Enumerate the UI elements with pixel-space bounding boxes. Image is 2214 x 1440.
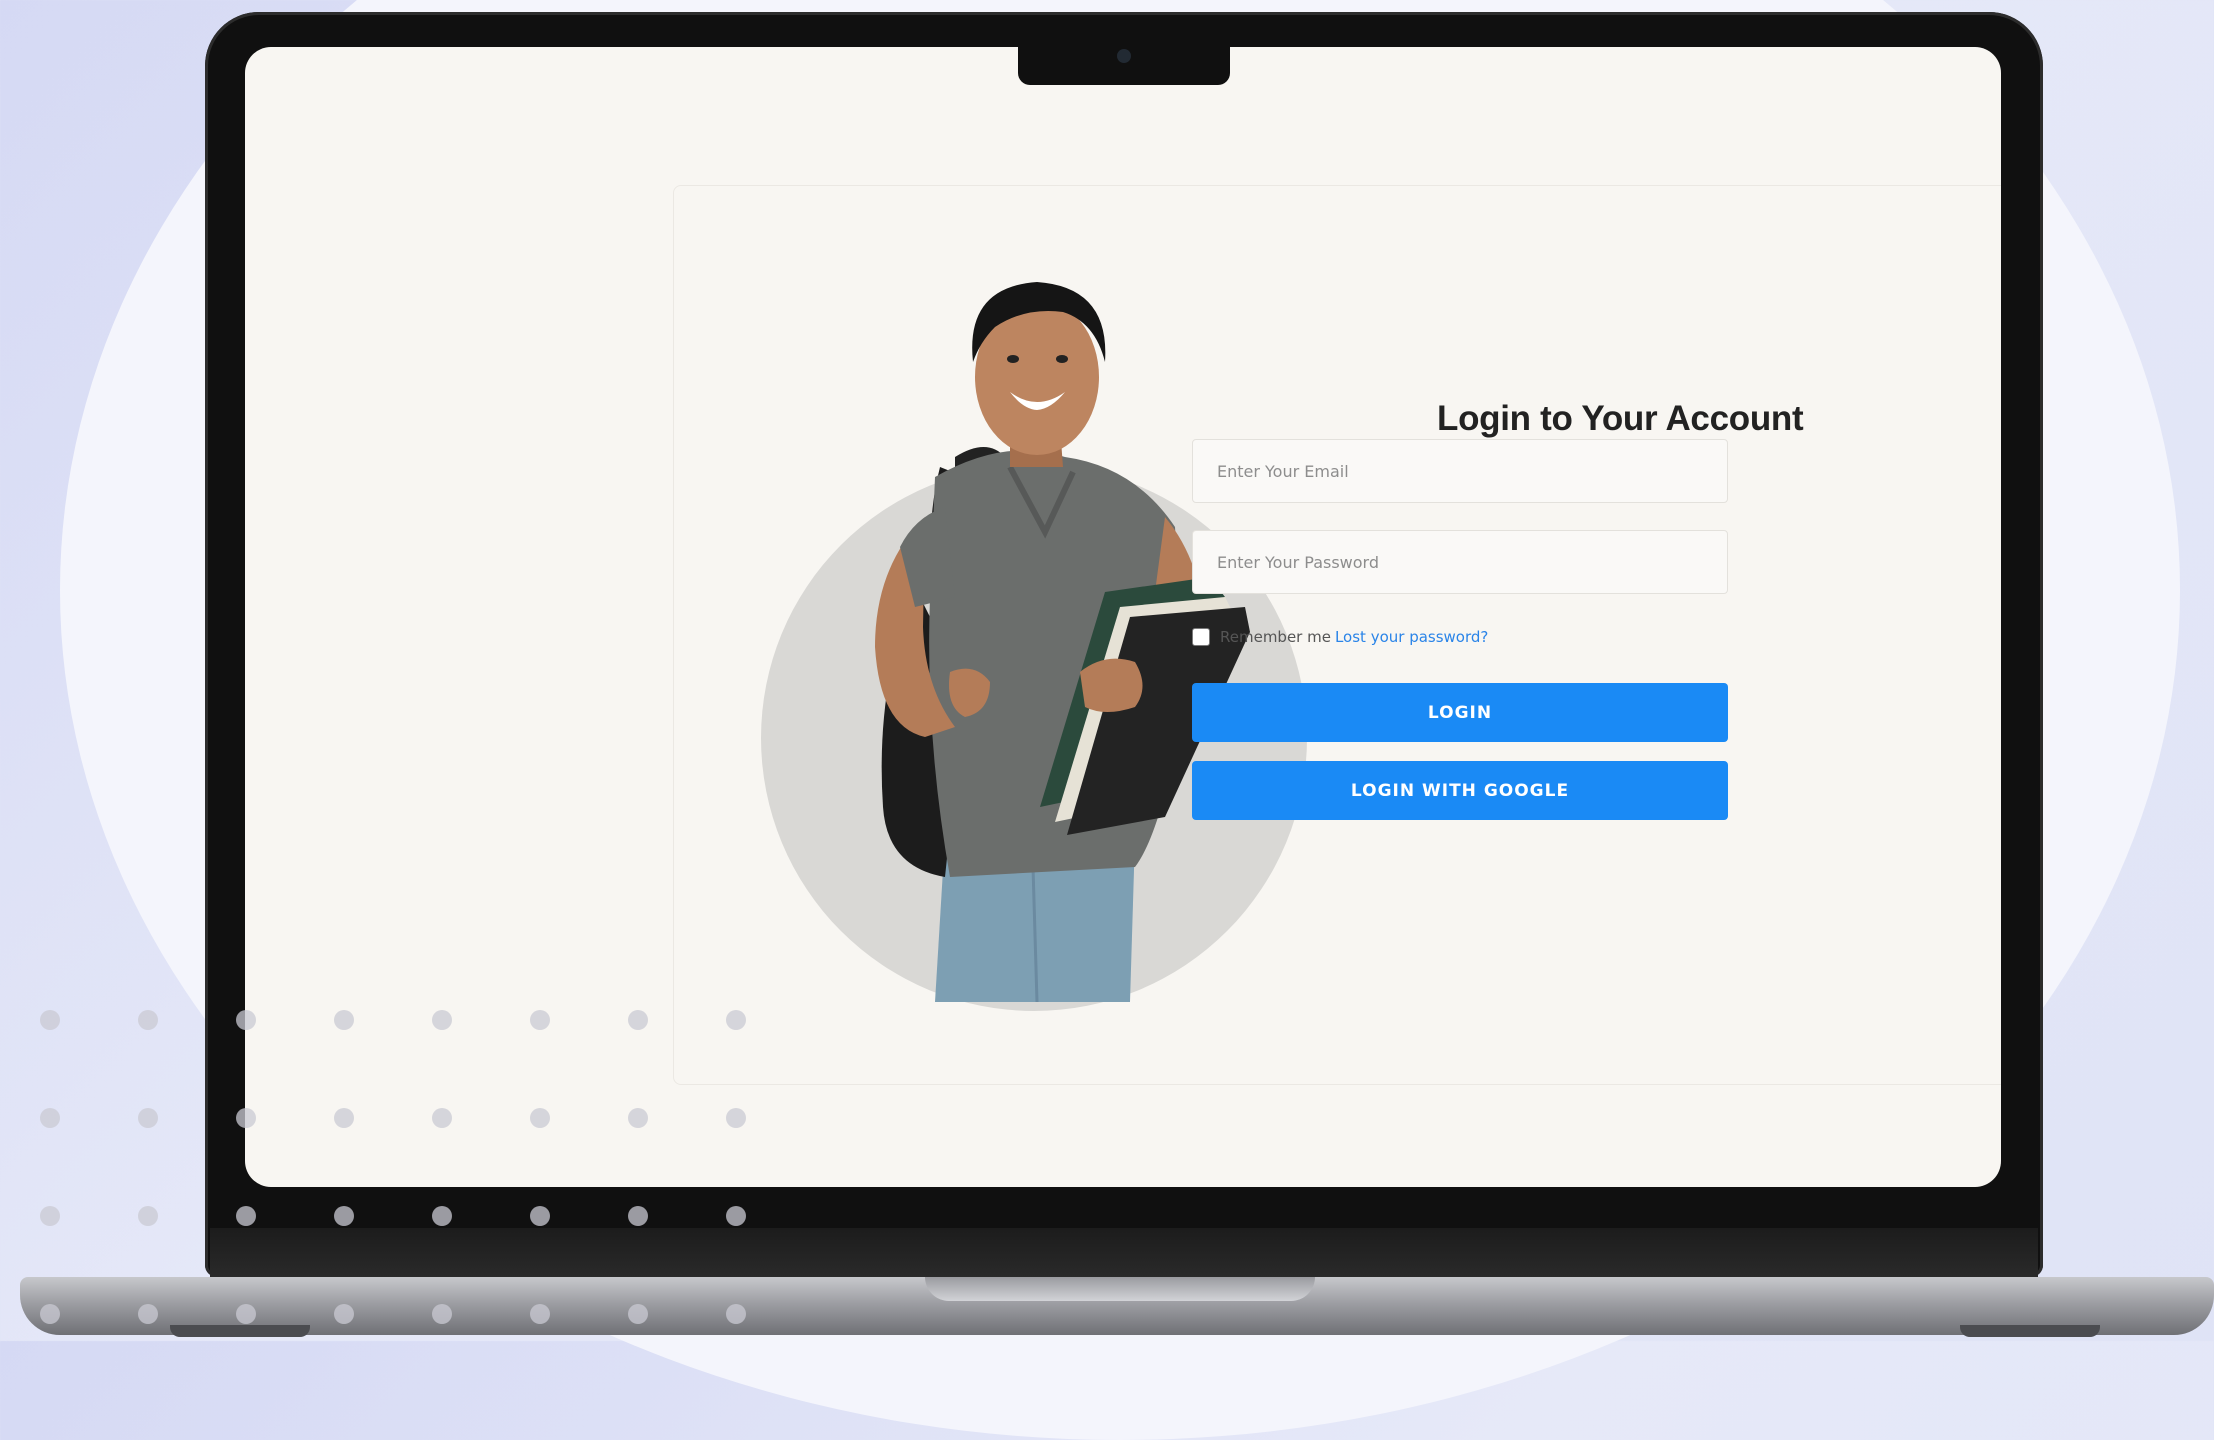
decorative-dot [236, 1108, 256, 1128]
lost-password-link[interactable]: Lost your password? [1335, 628, 1488, 646]
decorative-dot [530, 1010, 550, 1030]
decorative-dot [726, 1010, 746, 1030]
decorative-dot [236, 1304, 256, 1324]
decorative-dot [138, 1108, 158, 1128]
decorative-dot [138, 1304, 158, 1324]
decorative-dot [628, 1010, 648, 1030]
decorative-dot [236, 1010, 256, 1030]
decorative-dot [530, 1304, 550, 1324]
login-form-controls: Remember me Lost your password? LOGIN LO… [1192, 439, 1732, 859]
form-title: Login to Your Account [1437, 399, 1804, 438]
decorative-dot [628, 1304, 648, 1324]
remember-checkbox[interactable] [1192, 628, 1210, 646]
decorative-dot [40, 1010, 60, 1030]
laptop-hinge-notch [925, 1277, 1315, 1301]
decorative-dot [726, 1108, 746, 1128]
decorative-dot [40, 1108, 60, 1128]
camera-icon [1117, 49, 1131, 63]
decorative-dot [726, 1304, 746, 1324]
decorative-dot [726, 1206, 746, 1226]
email-input[interactable] [1192, 439, 1728, 503]
password-input[interactable] [1192, 530, 1728, 594]
login-form: Login to Your Account [1437, 399, 1977, 439]
decorative-dot [334, 1108, 354, 1128]
decorative-dot [432, 1010, 452, 1030]
login-button[interactable]: LOGIN [1192, 683, 1728, 742]
decorative-dot [40, 1304, 60, 1324]
laptop-foot-right [1960, 1325, 2100, 1337]
decorative-dot [432, 1108, 452, 1128]
decorative-dot [530, 1206, 550, 1226]
decorative-dot [432, 1304, 452, 1324]
remember-row: Remember me Lost your password? [1192, 625, 1488, 649]
decorative-dot [628, 1206, 648, 1226]
decorative-dot [334, 1206, 354, 1226]
decorative-dot [628, 1108, 648, 1128]
decorative-dot [138, 1206, 158, 1226]
decorative-dot [432, 1206, 452, 1226]
decorative-dot [138, 1010, 158, 1030]
decorative-dot [334, 1304, 354, 1324]
decorative-dot [530, 1108, 550, 1128]
remember-label: Remember me [1220, 628, 1331, 646]
decorative-dot [334, 1010, 354, 1030]
decorative-dot [40, 1206, 60, 1226]
decorative-dot-grid [40, 1010, 800, 1350]
decorative-dot [236, 1206, 256, 1226]
login-with-google-button[interactable]: LOGIN WITH GOOGLE [1192, 761, 1728, 820]
